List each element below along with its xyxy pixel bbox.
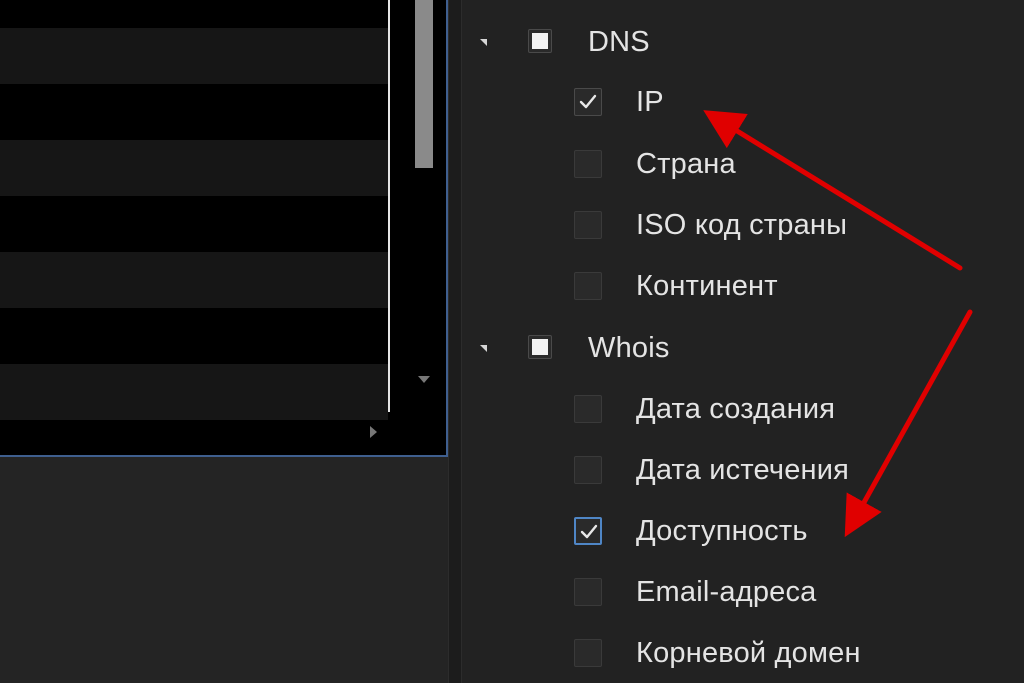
tree-item-expiration-date[interactable]: Дата истечения	[462, 448, 1024, 492]
tree-group-dns[interactable]: DNS	[462, 20, 1024, 64]
tree-item-availability[interactable]: Доступность	[462, 509, 1024, 553]
tree-item-label: Дата создания	[636, 393, 836, 425]
panel-splitter[interactable]	[448, 0, 462, 683]
tree-item-label: Континент	[636, 270, 778, 302]
tree-item-label: Корневой домен	[636, 637, 861, 669]
group-checkbox[interactable]	[528, 335, 552, 359]
table-row[interactable]	[0, 140, 388, 196]
grid-rows	[0, 0, 388, 420]
tree-group-label: DNS	[588, 26, 650, 58]
triangle-down-icon[interactable]	[480, 39, 487, 46]
checkbox[interactable]	[574, 578, 602, 606]
group-checkbox[interactable]	[528, 29, 552, 53]
tree-item-ip[interactable]: IP	[462, 80, 1024, 124]
tree-item-label: Email-адреса	[636, 576, 817, 608]
scroll-right-arrow-icon[interactable]	[370, 426, 377, 438]
table-row[interactable]	[0, 28, 388, 84]
checkmark-icon	[579, 94, 597, 109]
checkbox[interactable]	[574, 517, 602, 545]
checkbox[interactable]	[574, 88, 602, 116]
scroll-down-arrow-icon[interactable]	[418, 376, 430, 383]
scrollbar-thumb[interactable]	[415, 0, 433, 168]
tree-item-label: Страна	[636, 148, 736, 180]
lower-panel	[0, 457, 448, 683]
tree-item-creation-date[interactable]: Дата создания	[462, 387, 1024, 431]
vertical-scrollbar[interactable]	[404, 0, 444, 412]
tree-item-root-domain[interactable]: Корневой домен	[462, 631, 1024, 675]
checkbox[interactable]	[574, 272, 602, 300]
tree-item-label: Дата истечения	[636, 454, 850, 486]
tree-item-label: Доступность	[636, 515, 808, 547]
tree-group-label: Whois	[588, 332, 670, 364]
table-row[interactable]	[0, 364, 388, 420]
table-row[interactable]	[0, 84, 388, 140]
checkbox[interactable]	[574, 456, 602, 484]
triangle-down-icon[interactable]	[480, 345, 487, 352]
results-grid[interactable]	[0, 0, 448, 457]
tree-item-label: ISO код страны	[636, 209, 848, 241]
checkbox[interactable]	[574, 150, 602, 178]
column-divider[interactable]	[388, 0, 390, 412]
tree-item-email-addresses[interactable]: Email-адреса	[462, 570, 1024, 614]
tree-item-continent[interactable]: Континент	[462, 264, 1024, 308]
checkmark-icon	[580, 524, 598, 539]
tree-group-whois[interactable]: Whois	[462, 326, 1024, 370]
checkbox[interactable]	[574, 395, 602, 423]
table-row[interactable]	[0, 252, 388, 308]
tree-item-iso-code[interactable]: ISO код страны	[462, 203, 1024, 247]
table-row[interactable]	[0, 308, 388, 364]
tree-item-label: IP	[636, 86, 664, 118]
checkbox[interactable]	[574, 639, 602, 667]
table-row[interactable]	[0, 196, 388, 252]
column-tree: DNS IP Страна ISO код страны Континент W…	[462, 0, 1024, 683]
checkbox[interactable]	[574, 211, 602, 239]
app-window: DNS IP Страна ISO код страны Континент W…	[0, 0, 1024, 683]
tree-item-country[interactable]: Страна	[462, 142, 1024, 186]
